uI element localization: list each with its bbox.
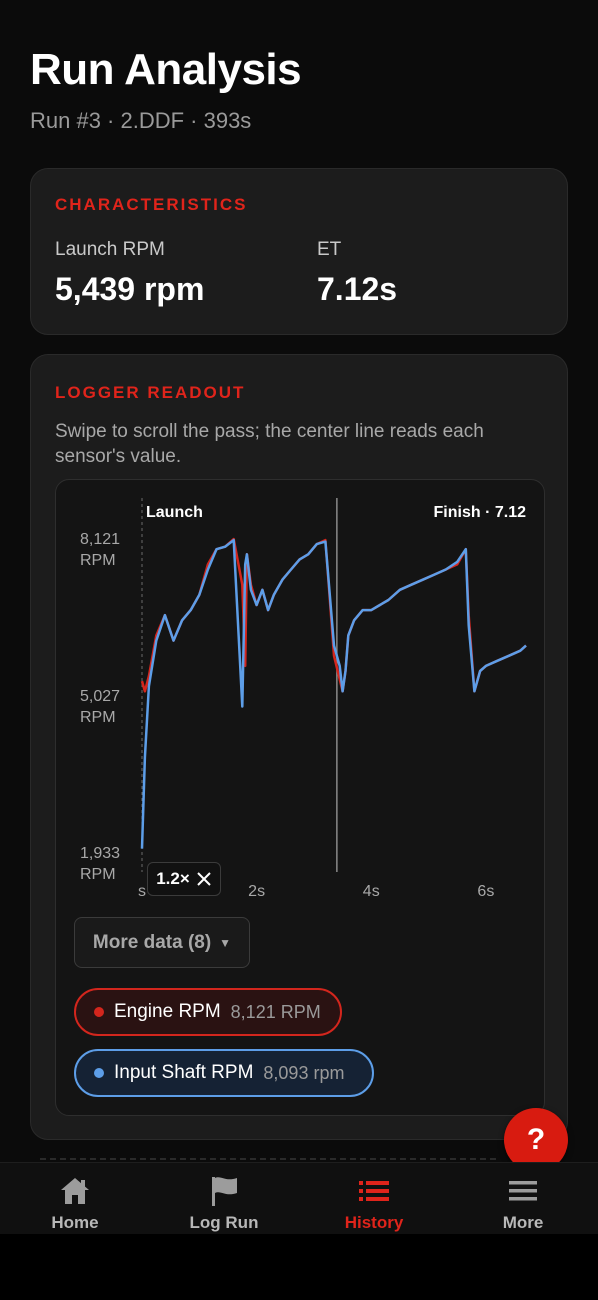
y-tick-unit: RPM xyxy=(80,552,116,569)
y-tick-unit: RPM xyxy=(80,866,116,883)
page-header: Run Analysis Run #3 · 2.DDF · 393s xyxy=(30,40,302,134)
bottom-nav: Home Log Run History More xyxy=(0,1162,598,1235)
et-value: 7.12s xyxy=(317,271,398,307)
nav-more[interactable]: More xyxy=(463,1163,583,1235)
nav-log-run-label: Log Run xyxy=(189,1213,259,1232)
launch-marker-label: Launch xyxy=(146,504,203,521)
logger-title: LOGGER READOUT xyxy=(55,383,246,402)
y-tick-unit: RPM xyxy=(80,709,116,726)
help-label: ? xyxy=(526,1123,546,1156)
divider xyxy=(40,1158,496,1160)
engine-rpm-chip[interactable]: Engine RPM 8,121 RPM xyxy=(74,988,342,1036)
more-data-label: More data (8) xyxy=(92,931,212,953)
engine-rpm-value: 8,121 RPM xyxy=(230,1001,321,1022)
finish-marker-label: Finish · 7.12 xyxy=(434,504,527,521)
close-icon xyxy=(197,872,211,886)
engine-rpm-dot xyxy=(94,1007,104,1017)
nav-more-label: More xyxy=(502,1213,544,1232)
logger-readout-card: LOGGER READOUT Swipe to scroll the pass;… xyxy=(30,354,568,1140)
x-tick-label: s xyxy=(138,883,146,900)
engine-rpm-label: Engine RPM xyxy=(114,1001,221,1022)
home-icon xyxy=(58,1173,92,1209)
y-tick-label: 5,027 xyxy=(80,688,120,705)
logger-description: Swipe to scroll the pass; the center lin… xyxy=(55,421,484,467)
nav-history[interactable]: History xyxy=(314,1163,434,1235)
rpm-chart-svg[interactable]: Launch Finish · 7.12 8,121 RPM 5,027 RPM 1,9… xyxy=(56,480,546,910)
x-tick-label: 6s xyxy=(477,883,494,900)
nav-history-label: History xyxy=(344,1213,404,1232)
run-subtitle: Run #3 · 2.DDF · 393s xyxy=(30,108,252,133)
input-shaft-rpm-chip[interactable]: Input Shaft RPM 8,093 rpm xyxy=(74,1049,374,1097)
zoom-level-label: 1.2× xyxy=(156,869,190,888)
input-shaft-rpm-series-line xyxy=(140,538,527,849)
nav-log-run[interactable]: Log Run xyxy=(164,1163,284,1235)
y-tick-label: 1,933 xyxy=(80,845,120,862)
nav-home[interactable]: Home xyxy=(15,1163,135,1235)
input-shaft-rpm-value: 8,093 rpm xyxy=(263,1062,345,1083)
page-title: Run Analysis xyxy=(30,45,302,94)
et-label: ET xyxy=(317,239,342,260)
system-bar xyxy=(0,1234,598,1300)
y-tick-label: 8,121 xyxy=(80,531,120,548)
chevron-down-icon: ▼ xyxy=(219,935,232,950)
more-data-button[interactable]: More data (8) ▼ xyxy=(74,917,250,968)
input-shaft-rpm-label: Input Shaft RPM xyxy=(114,1062,254,1083)
x-tick-label: 2s xyxy=(248,883,265,900)
characteristics-title: CHARACTERISTICS xyxy=(55,195,248,214)
zoom-reset-button[interactable]: 1.2× xyxy=(147,862,221,896)
nav-home-label: Home xyxy=(51,1213,99,1232)
list-icon xyxy=(357,1173,391,1209)
flag-icon xyxy=(207,1173,241,1209)
launch-rpm-label: Launch RPM xyxy=(55,239,165,260)
x-tick-label: 4s xyxy=(363,883,380,900)
characteristics-card: CHARACTERISTICS Launch RPM 5,439 rpm ET … xyxy=(30,168,568,335)
menu-icon xyxy=(506,1173,540,1209)
logger-chart[interactable]: Launch Finish · 7.12 8,121 RPM 5,027 RPM 1,9… xyxy=(55,479,545,1116)
input-shaft-rpm-dot xyxy=(94,1068,104,1078)
launch-rpm-value: 5,439 rpm xyxy=(55,271,205,307)
